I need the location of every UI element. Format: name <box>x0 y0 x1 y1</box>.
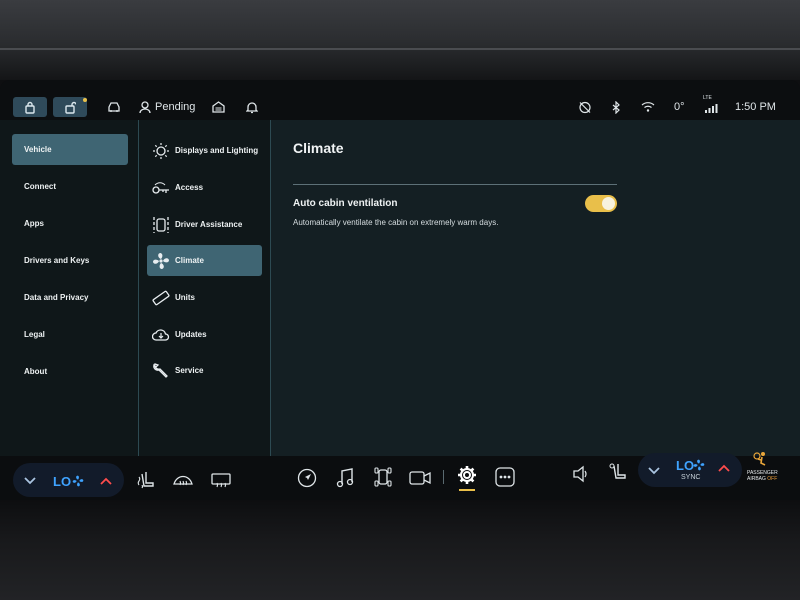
airbag-state: OFF <box>767 476 778 482</box>
chevron-up-icon <box>100 477 112 485</box>
passenger-airbag-icon <box>752 450 770 468</box>
settings-content-panel <box>271 120 800 456</box>
ruler-icon <box>151 288 171 308</box>
subnav-label: Updates <box>175 330 207 339</box>
unlock-icon <box>65 101 76 114</box>
signal-type: LTE <box>703 95 712 101</box>
passenger-temp-down-button[interactable] <box>646 463 662 479</box>
driver-assist-icon <box>151 215 171 235</box>
nav-item-connect[interactable]: Connect <box>12 171 128 202</box>
settings-button[interactable] <box>456 464 478 486</box>
camera-off-icon <box>578 99 592 115</box>
rear-defrost-icon <box>211 473 231 488</box>
subnav-access[interactable]: Access <box>147 172 262 203</box>
lock-button[interactable] <box>13 97 47 117</box>
status-bar: Pending 0° LTE 1:50 PM <box>0 80 800 120</box>
media-button[interactable] <box>335 468 355 488</box>
vehicle-controls-button[interactable] <box>372 466 394 488</box>
nav-item-vehicle[interactable]: Vehicle <box>12 134 128 165</box>
bluetooth-icon <box>612 99 620 115</box>
auto-cabin-ventilation-label: Auto cabin ventilation <box>293 198 398 209</box>
nav-item-apps[interactable]: Apps <box>12 208 128 239</box>
section-divider <box>293 184 617 185</box>
dashboard-bezel-bottom <box>0 500 800 600</box>
speaker-icon <box>573 465 587 483</box>
more-dots-icon <box>495 467 515 487</box>
active-tab-indicator <box>459 489 475 491</box>
garage-icon[interactable] <box>212 99 225 115</box>
passenger-temp-up-button[interactable] <box>716 460 732 476</box>
auto-cabin-ventilation-toggle[interactable] <box>585 195 617 212</box>
airbag-label-line2: AIRBAG <box>747 476 766 482</box>
wrench-icon <box>151 361 171 381</box>
subnav-label: Climate <box>175 256 204 265</box>
fan-icon <box>71 474 85 488</box>
subnav-displays-and-lighting[interactable]: Displays and Lighting <box>147 135 262 166</box>
fan-icon <box>151 251 171 271</box>
cloud-download-icon <box>151 325 171 345</box>
chevron-up-icon <box>718 464 730 472</box>
fan-icon <box>692 458 706 472</box>
passenger-seat-climate-button[interactable] <box>607 461 629 483</box>
subnav-label: Driver Assistance <box>175 220 243 229</box>
navigation-button[interactable] <box>297 468 317 488</box>
toggle-knob <box>602 197 615 210</box>
dashboard-bezel-top <box>0 0 800 80</box>
dock-divider <box>443 470 444 484</box>
nav-item-about[interactable]: About <box>12 356 128 387</box>
chevron-down-icon <box>24 477 36 485</box>
nav-item-data-and-privacy[interactable]: Data and Privacy <box>12 282 128 313</box>
profile-icon[interactable] <box>139 99 151 115</box>
passenger-airbag-status: PASSENGER AIRBAG OFF <box>747 470 778 482</box>
chevron-down-icon <box>648 467 660 475</box>
nav-item-legal[interactable]: Legal <box>12 319 128 350</box>
rear-defrost-button[interactable] <box>210 470 232 490</box>
subnav-units[interactable]: Units <box>147 282 262 313</box>
subnav-label: Service <box>175 366 204 375</box>
driver-temp-down-button[interactable] <box>22 473 38 489</box>
outside-temperature: 0° <box>674 101 685 113</box>
subnav-updates[interactable]: Updates <box>147 319 262 350</box>
page-title: Climate <box>293 140 344 156</box>
car-icon[interactable] <box>107 99 121 115</box>
subnav-label: Access <box>175 183 204 192</box>
driver-temp-up-button[interactable] <box>98 473 114 489</box>
subnav-climate[interactable]: Climate <box>147 245 262 276</box>
video-camera-icon <box>409 471 431 485</box>
music-note-icon <box>336 468 354 488</box>
sync-label[interactable]: SYNC <box>681 474 700 481</box>
seat-heat-icon <box>137 472 154 489</box>
light-bulb-icon <box>151 141 171 161</box>
unlock-button[interactable] <box>53 97 87 117</box>
auto-cabin-ventilation-description: Automatically ventilate the cabin on ext… <box>293 218 499 227</box>
navigation-icon <box>297 468 317 488</box>
notification-bell-icon[interactable] <box>246 99 258 115</box>
vehicle-top-view-icon <box>374 467 392 487</box>
wifi-icon <box>641 99 655 115</box>
lock-icon <box>25 101 35 114</box>
driver-temperature: LO <box>53 474 72 489</box>
front-defrost-button[interactable] <box>172 470 194 490</box>
subnav-label: Displays and Lighting <box>175 146 259 155</box>
front-defrost-icon <box>173 475 193 486</box>
subnav-driver-assistance[interactable]: Driver Assistance <box>147 209 262 240</box>
seat-heat-button[interactable] <box>136 469 156 491</box>
nav-item-drivers-and-keys[interactable]: Drivers and Keys <box>12 245 128 276</box>
key-icon <box>151 178 171 198</box>
subnav-service[interactable]: Service <box>147 355 262 386</box>
cellular-signal-icon <box>704 99 718 115</box>
camera-button[interactable] <box>409 468 431 488</box>
volume-button[interactable] <box>571 464 591 484</box>
subnav-label: Units <box>175 293 195 302</box>
unlock-notification-dot <box>83 98 87 102</box>
seat-fan-icon <box>609 463 626 479</box>
more-apps-button[interactable] <box>494 466 516 488</box>
clock: 1:50 PM <box>735 101 776 113</box>
profile-status[interactable]: Pending <box>155 99 195 115</box>
gear-icon <box>458 466 476 484</box>
